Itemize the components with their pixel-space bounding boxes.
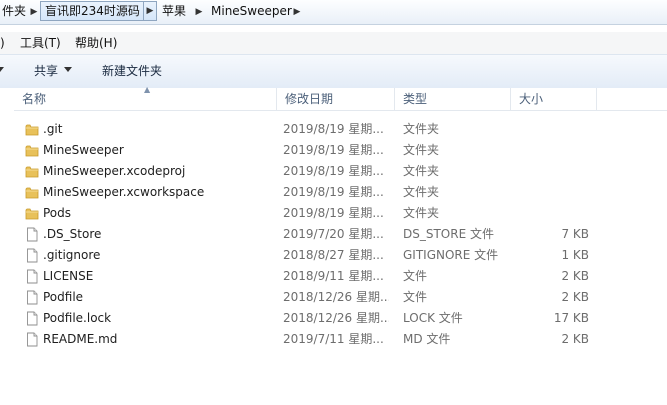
file-modified-date: 2019/8/19 星期... [283,164,384,178]
file-size: 1 KB [561,248,589,262]
breadcrumb-item[interactable]: MineSweeper [207,2,296,20]
file-modified-date: 2019/7/20 星期... [283,227,384,241]
chevron-down-icon[interactable] [0,67,4,72]
address-bar[interactable]: 件夹 ▶ 盲讯即234时源码 ▶ 苹果 ▶ MineSweeper ▶ [0,0,667,25]
file-row[interactable]: MineSweeper.xcworkspace 2019/8/19 星期... 文件… [14,182,667,203]
share-button[interactable]: 共享 [34,63,58,79]
file-size: 17 KB [553,311,589,325]
column-header-name[interactable]: 名称 [14,88,277,110]
file-name: MineSweeper [43,143,124,157]
file-type: 文件夹 [403,122,440,136]
file-modified-date: 2019/8/19 星期... [283,206,384,220]
file-size: 2 KB [561,332,589,346]
file-name: README.md [43,332,118,346]
file-type: 文件 [403,269,428,283]
file-row[interactable]: .DS_Store 2019/7/20 星期... DS_STORE 文件 7 KB [14,224,667,245]
file-type: 文件夹 [403,164,440,178]
file-icon [25,248,39,263]
file-type: MD 文件 [403,332,451,346]
file-name: .git [43,122,63,136]
command-toolbar: 共享 新建文件夹 [0,54,667,89]
file-size: 7 KB [561,227,589,241]
breadcrumb-item[interactable]: 件夹 [0,2,30,20]
chevron-right-icon[interactable]: ▶ [193,3,205,21]
file-modified-date: 2018/12/26 星期... [283,290,389,304]
file-modified-date: 2019/8/19 星期... [283,122,384,136]
folder-icon [25,185,39,200]
file-size [519,182,589,203]
column-header-type[interactable]: 类型 [395,88,511,110]
file-size: 2 KB [561,269,589,283]
file-row[interactable]: LICENSE 2018/9/11 星期... 文件 2 KB [14,266,667,287]
file-modified-date: 2019/8/19 星期... [283,185,384,199]
file-type: LOCK 文件 [403,311,463,325]
file-row[interactable]: MineSweeper 2019/8/19 星期... 文件夹 [14,140,667,161]
file-size: 2 KB [561,290,589,304]
breadcrumb-item[interactable]: 苹果 [158,2,190,20]
file-row[interactable]: MineSweeper.xcodeproj 2019/8/19 星期... 文件夹 [14,161,667,182]
chevron-right-icon[interactable]: ▶ [291,3,303,21]
file-row[interactable]: .git 2019/8/19 星期... 文件夹 [14,119,667,140]
file-list: ▲ 名称 修改日期 类型 大小 .git 2019/8/19 星期... 文件夹 Mi… [14,86,667,405]
file-size [519,119,589,140]
file-type: 文件夹 [403,143,440,157]
column-header-row: ▲ 名称 修改日期 类型 大小 [14,86,667,111]
file-row[interactable]: README.md 2019/7/11 星期... MD 文件 2 KB [14,329,667,350]
file-row[interactable]: Pods 2019/8/19 星期... 文件夹 [14,203,667,224]
file-name: .gitignore [43,248,101,262]
file-name: MineSweeper.xcodeproj [43,164,186,178]
file-name: Pods [43,206,72,220]
column-header-size[interactable]: 大小 [511,88,597,110]
file-size [519,161,589,182]
file-type: 文件 [403,290,428,304]
menu-item-tools[interactable]: 工具(T) [20,35,61,51]
file-modified-date: 2018/12/26 星期... [283,311,389,325]
file-icon [25,332,39,347]
file-row[interactable]: Podfile 2018/12/26 星期... 文件 2 KB [14,287,667,308]
file-type: 文件夹 [403,206,440,220]
menu-bar: ) 工具(T) 帮助(H) [0,32,667,54]
file-size [519,140,589,161]
file-modified-date: 2018/8/27 星期... [283,248,384,262]
breadcrumb-item[interactable]: 盲讯即234时源码 [40,1,145,21]
file-icon [25,290,39,305]
folder-icon [25,164,39,179]
file-name: MineSweeper.xcworkspace [43,185,205,199]
file-icon [25,269,39,284]
file-modified-date: 2019/8/19 星期... [283,143,384,157]
menu-item-view[interactable]: ) [0,35,5,51]
file-modified-date: 2018/9/11 星期... [283,269,384,283]
folder-icon [25,122,39,137]
file-name: Podfile [43,290,84,304]
file-name: .DS_Store [43,227,102,241]
navigation-pane-edge [0,88,15,405]
column-header-date[interactable]: 修改日期 [277,88,395,110]
file-row[interactable]: .gitignore 2018/8/27 星期... GITIGNORE 文件 1 K… [14,245,667,266]
new-folder-button[interactable]: 新建文件夹 [102,63,162,79]
file-type: GITIGNORE 文件 [403,248,499,262]
chevron-down-icon[interactable] [64,67,72,72]
file-modified-date: 2019/7/11 星期... [283,332,384,346]
folder-icon [25,206,39,221]
chevron-right-icon[interactable]: ▶ [143,1,157,21]
file-size [519,203,589,224]
file-type: DS_STORE 文件 [403,227,494,241]
file-name: LICENSE [43,269,94,283]
file-type: 文件夹 [403,185,440,199]
chevron-right-icon[interactable]: ▶ [28,3,40,21]
file-row[interactable]: Podfile.lock 2018/12/26 星期... LOCK 文件 17 KB [14,308,667,329]
folder-icon [25,143,39,158]
file-name: Podfile.lock [43,311,112,325]
menu-item-help[interactable]: 帮助(H) [75,35,117,51]
file-icon [25,227,39,242]
file-icon [25,311,39,326]
